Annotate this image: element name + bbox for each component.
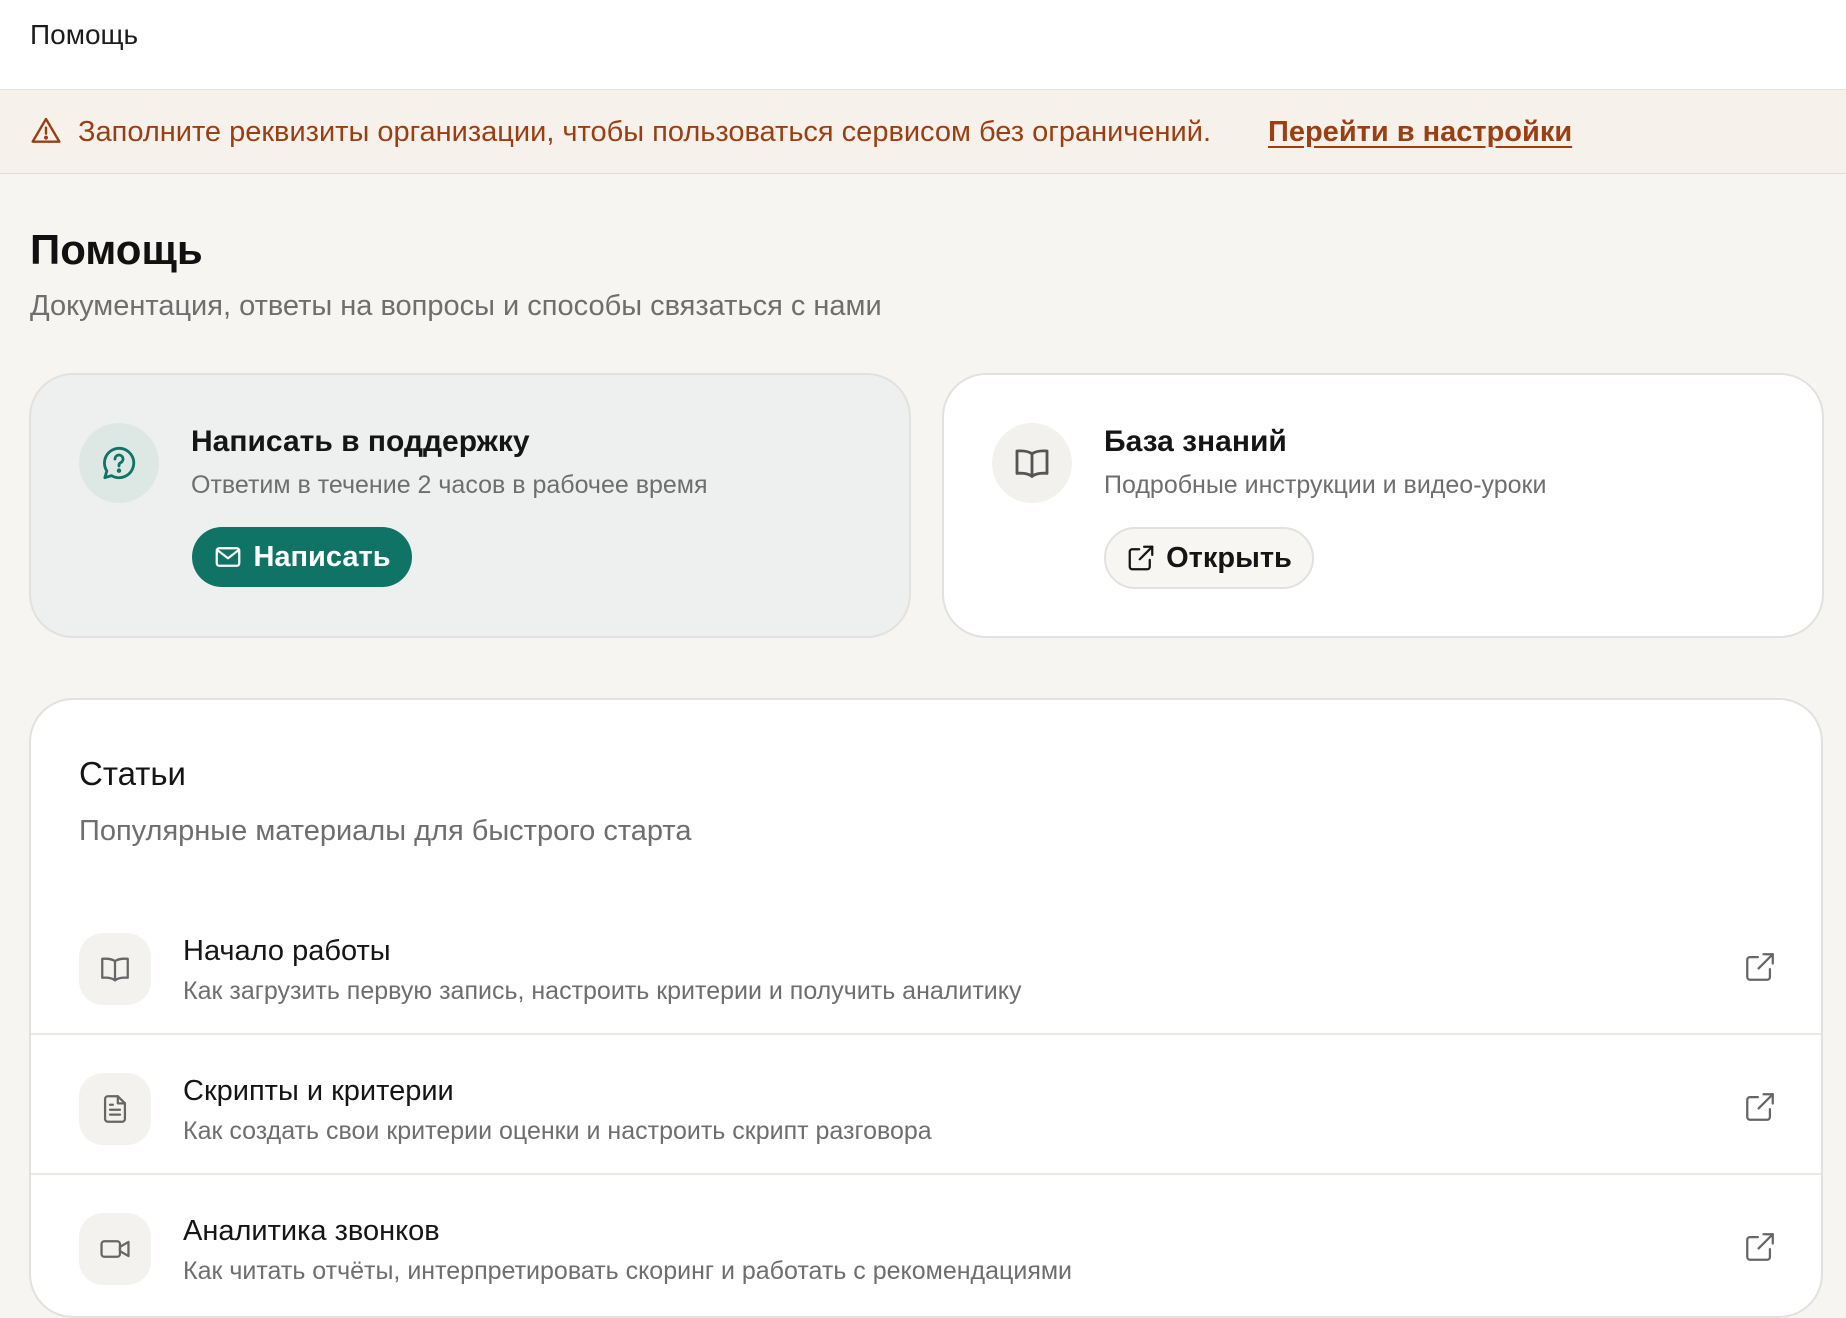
external-link-icon[interactable] xyxy=(1743,1230,1777,1264)
article-description: Как читать отчёты, интерпретировать скор… xyxy=(183,1257,1073,1285)
book-icon xyxy=(98,952,132,986)
requisites-warning-banner: Заполните реквизиты организации, чтобы п… xyxy=(0,90,1846,174)
article-title: Аналитика звонков xyxy=(183,1215,440,1247)
articles-subtitle: Популярные материалы для быстрого старта xyxy=(79,815,692,847)
external-link-icon[interactable] xyxy=(1743,1090,1777,1124)
articles-title: Статьи xyxy=(79,755,186,792)
support-icon-badge xyxy=(79,423,159,503)
page-title: Помощь xyxy=(30,226,203,273)
articles-panel: Статьи Популярные материалы для быстрого… xyxy=(29,698,1823,1318)
open-knowledge-base-button[interactable]: Открыть xyxy=(1104,527,1314,589)
article-description: Как загрузить первую запись, настроить к… xyxy=(183,977,1022,1005)
top-bar: Помощь xyxy=(0,0,1846,90)
article-row-call-analytics[interactable]: Аналитика звонков Как читать отчёты, инт… xyxy=(31,1175,1821,1315)
write-support-button-label: Написать xyxy=(253,540,391,573)
support-card-subtitle: Ответим в течение 2 часов в рабочее врем… xyxy=(191,471,708,499)
article-icon-badge xyxy=(79,1073,151,1145)
article-icon-badge xyxy=(79,1213,151,1285)
article-icon-badge xyxy=(79,933,151,1005)
mail-icon xyxy=(213,542,243,572)
knowledge-card-subtitle: Подробные инструкции и видео-уроки xyxy=(1104,471,1547,499)
external-link-icon xyxy=(1126,543,1156,573)
knowledge-base-card: База знаний Подробные инструкции и видео… xyxy=(942,373,1824,638)
topbar-title: Помощь xyxy=(30,19,139,50)
support-card: Написать в поддержку Ответим в течение 2… xyxy=(29,373,911,638)
external-link-icon[interactable] xyxy=(1743,950,1777,984)
open-knowledge-base-button-label: Открыть xyxy=(1166,541,1292,574)
book-icon xyxy=(1012,443,1052,483)
go-to-settings-link[interactable]: Перейти в настройки xyxy=(1268,114,1572,150)
article-title: Скрипты и критерии xyxy=(183,1075,454,1107)
warning-triangle-icon xyxy=(30,115,62,147)
support-card-title: Написать в поддержку xyxy=(191,425,530,458)
document-icon xyxy=(98,1092,132,1126)
article-row-getting-started[interactable]: Начало работы Как загрузить первую запис… xyxy=(31,895,1821,1035)
knowledge-icon-badge xyxy=(992,423,1072,503)
page-subtitle: Документация, ответы на вопросы и способ… xyxy=(30,290,882,322)
video-icon xyxy=(98,1232,132,1266)
banner-message: Заполните реквизиты организации, чтобы п… xyxy=(78,116,1212,148)
knowledge-card-title: База знаний xyxy=(1104,425,1287,458)
question-chat-icon xyxy=(99,443,139,483)
write-support-button[interactable]: Написать xyxy=(192,527,412,587)
article-title: Начало работы xyxy=(183,935,391,967)
article-description: Как создать свои критерии оценки и настр… xyxy=(183,1117,932,1145)
article-row-scripts[interactable]: Скрипты и критерии Как создать свои крит… xyxy=(31,1035,1821,1175)
